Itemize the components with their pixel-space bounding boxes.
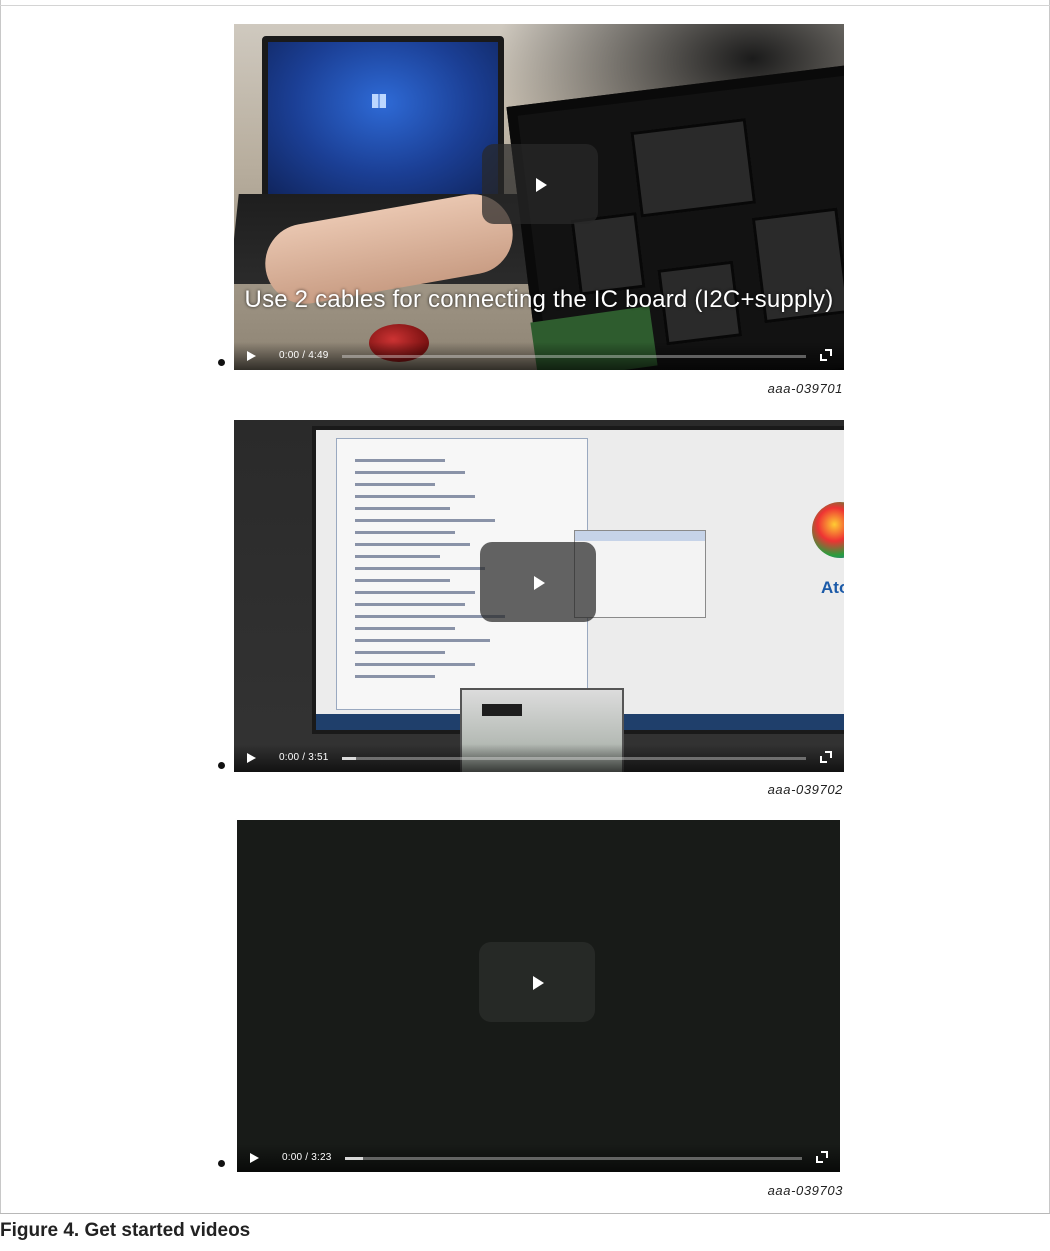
fullscreen-icon[interactable] (820, 349, 832, 361)
top-rule (0, 5, 1050, 6)
video-controls: 0:00 / 3:51 (234, 744, 844, 772)
bullet-icon (218, 1160, 225, 1167)
video-caption-id: aaa-039701 (767, 381, 843, 396)
time-display: 0:00 / 3:23 (282, 1152, 332, 1163)
bullet-icon (218, 359, 225, 366)
play-icon[interactable] (247, 351, 256, 361)
laptop-screen (262, 36, 504, 200)
fullscreen-icon[interactable] (820, 751, 832, 763)
progress-bar[interactable] (345, 1157, 802, 1160)
time-display: 0:00 / 3:51 (279, 752, 329, 763)
play-icon[interactable] (247, 753, 256, 763)
big-play-button[interactable] (480, 542, 596, 622)
progress-bar[interactable] (342, 757, 806, 760)
video-controls: 0:00 / 4:49 (234, 342, 844, 370)
video-caption-id: aaa-039702 (767, 782, 843, 797)
progress-fill (345, 1157, 364, 1160)
brand-text: AtoS (821, 578, 844, 597)
fullscreen-icon[interactable] (816, 1151, 828, 1163)
video-controls: 0:00 / 3:23 (237, 1144, 840, 1172)
video-player-2[interactable]: AtoS 0:00 / 3:51 (234, 420, 844, 772)
big-play-button[interactable] (482, 144, 598, 224)
video-player-1[interactable]: Use 2 cables for connecting the IC board… (234, 24, 844, 370)
figure-title: Figure 4. Get started videos (0, 1220, 251, 1241)
video-caption-id: aaa-039703 (767, 1183, 843, 1198)
video-player-3[interactable]: 0:00 / 3:23 (237, 820, 840, 1172)
video-subtitle: Use 2 cables for connecting the IC board… (244, 286, 834, 313)
play-icon[interactable] (250, 1153, 259, 1163)
bottom-rule (0, 1213, 1050, 1214)
progress-fill (342, 757, 356, 760)
big-play-button[interactable] (479, 942, 595, 1022)
progress-bar[interactable] (342, 355, 806, 358)
windows-logo-icon (372, 94, 386, 108)
time-display: 0:00 / 4:49 (279, 350, 329, 361)
windows-7-logo-icon (812, 502, 844, 558)
bullet-icon (218, 762, 225, 769)
